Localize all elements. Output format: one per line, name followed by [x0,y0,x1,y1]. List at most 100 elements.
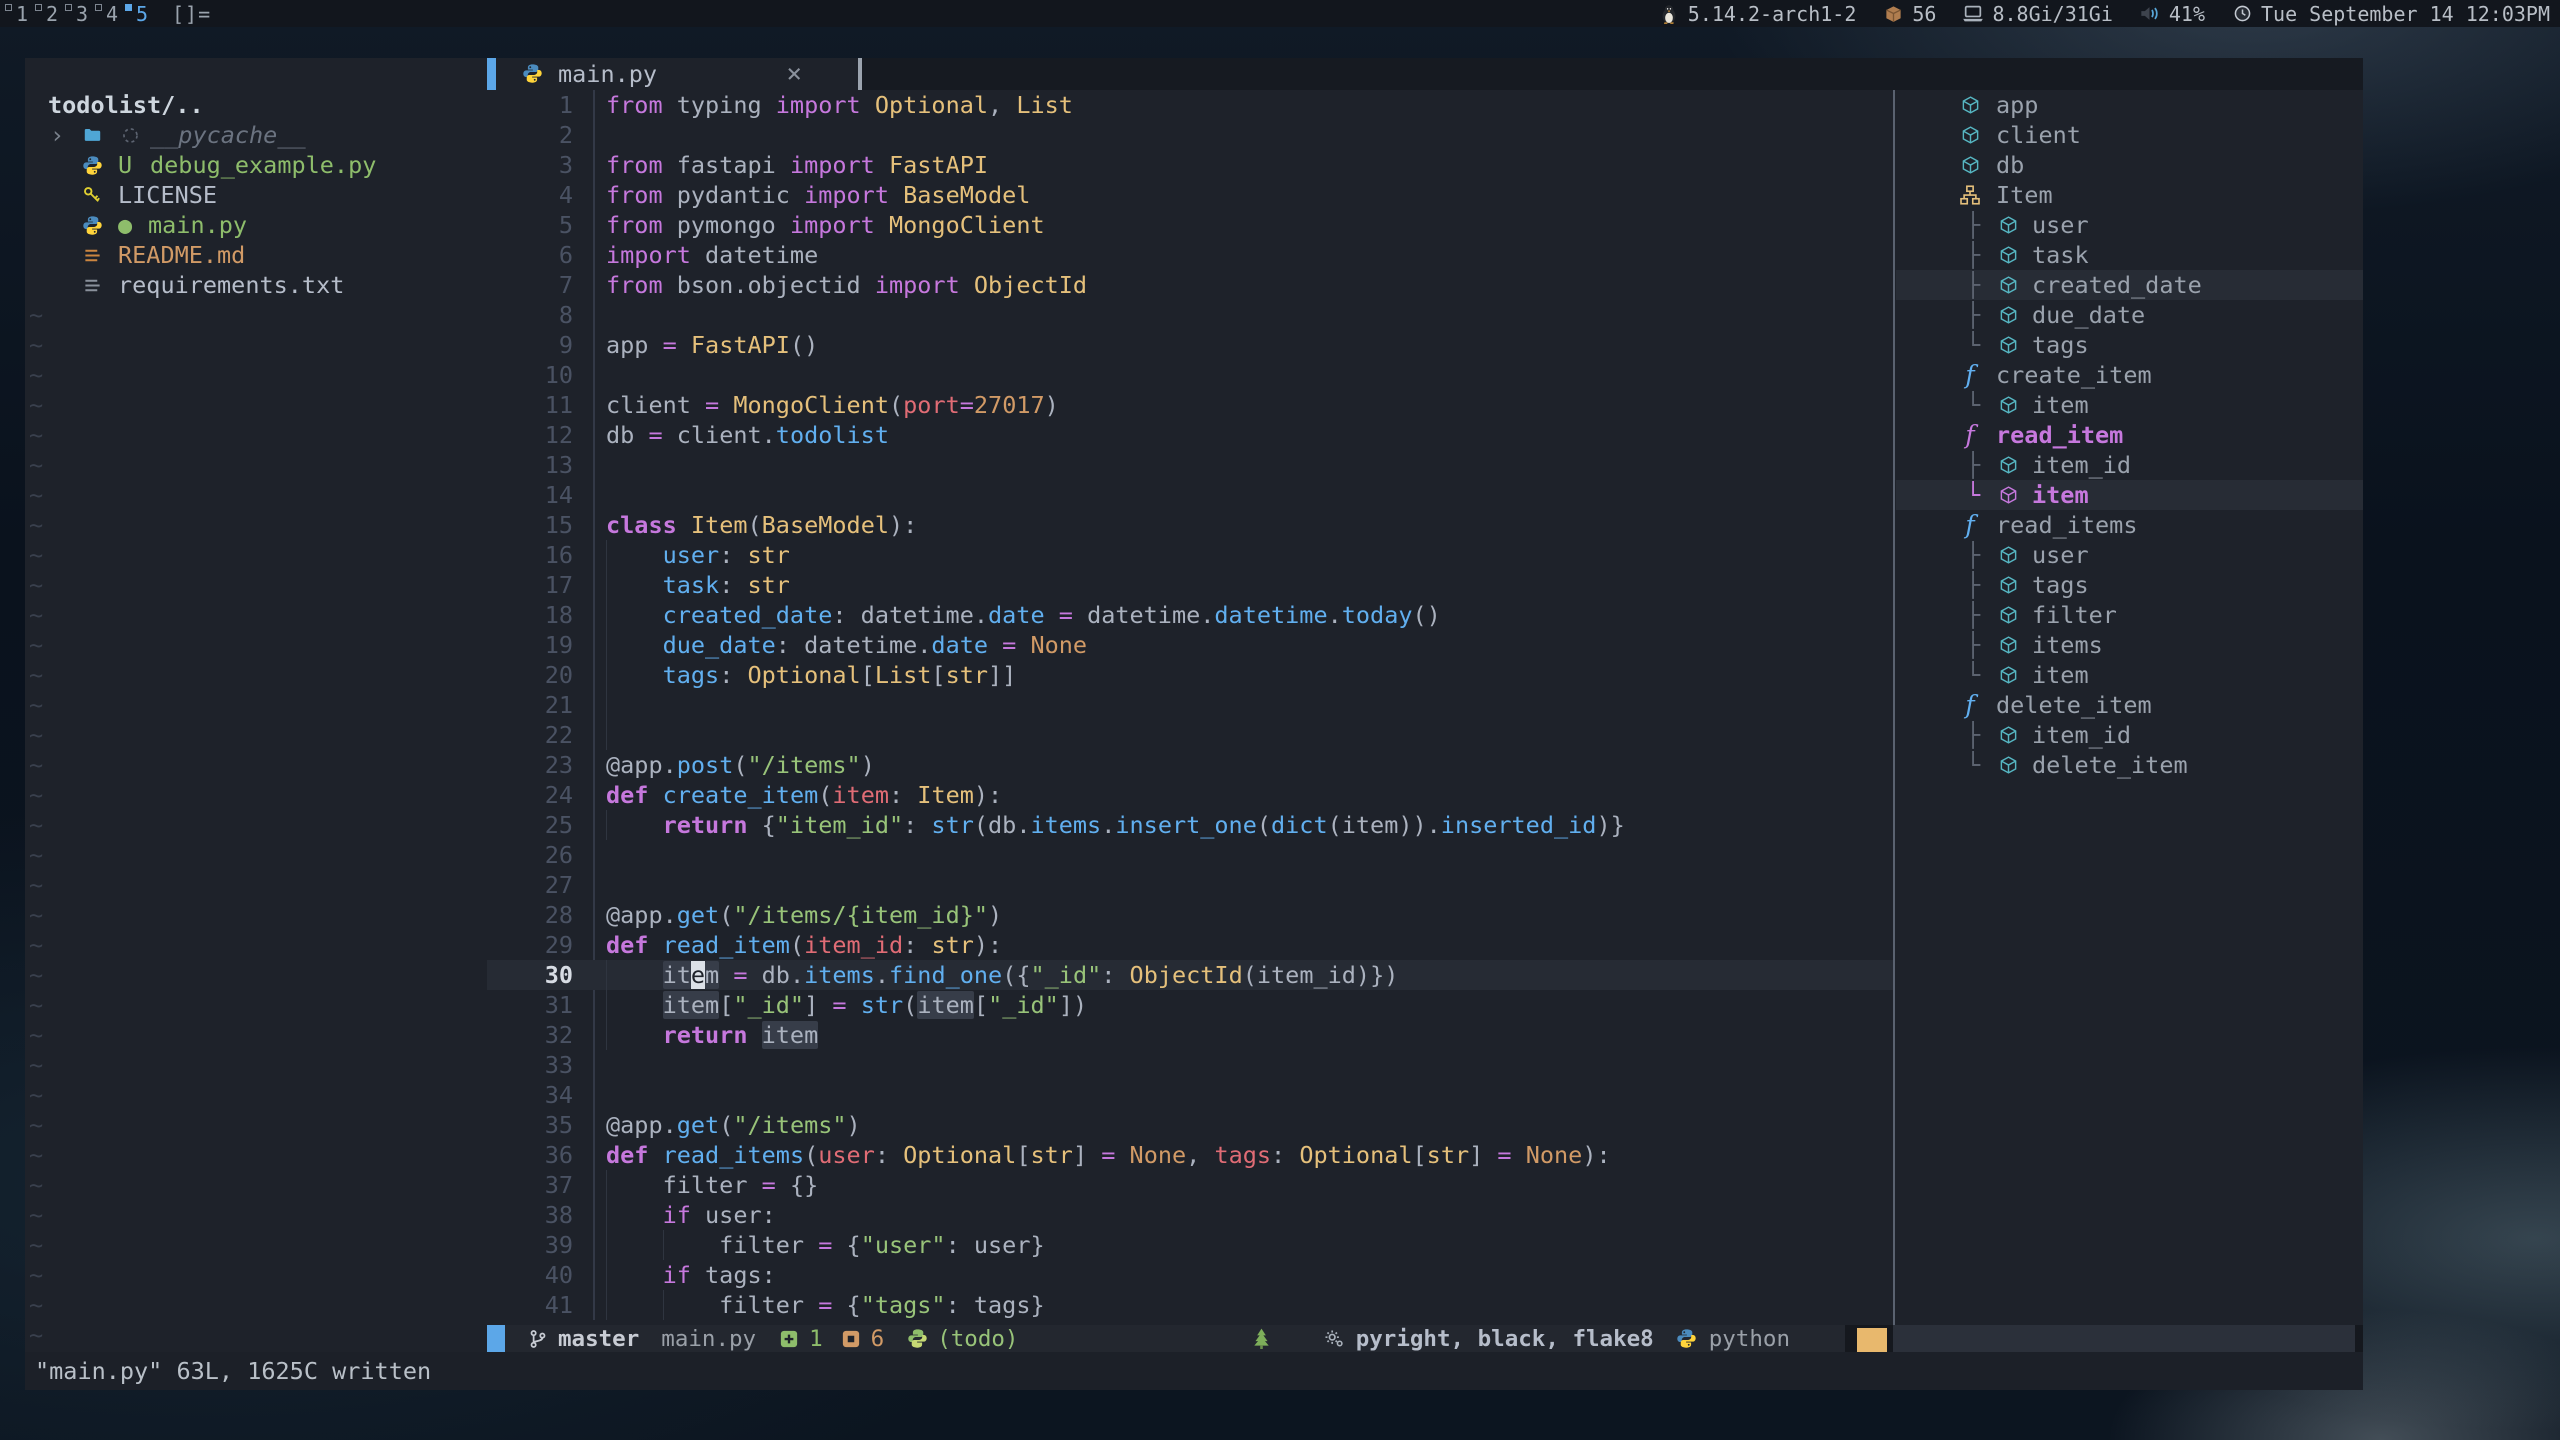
code-line-29[interactable]: 29def read_item(item_id: str): [487,930,1893,960]
tabline-separator [858,58,862,90]
code-line-9[interactable]: 9app = FastAPI() [487,330,1893,360]
outline-item-user[interactable]: ├user [1896,210,2363,240]
outline-item-app[interactable]: app [1896,90,2363,120]
code-line-24[interactable]: 24def create_item(item: Item): [487,780,1893,810]
code-line-3[interactable]: 3from fastapi import FastAPI [487,150,1893,180]
outline-item-delete_item[interactable]: └delete_item [1896,750,2363,780]
git-diff-segment: 1 6 [778,1326,884,1352]
code-line-35[interactable]: 35@app.get("/items") [487,1110,1893,1140]
workspace-1[interactable]: 1 [4,0,34,27]
code-line-26[interactable]: 26 [487,840,1893,870]
explorer-item-main.py[interactable]: ●main.py [25,210,487,240]
code-line-16[interactable]: 16 user: str [487,540,1893,570]
explorer-item-LICENSE[interactable]: LICENSE [25,180,487,210]
code-line-36[interactable]: 36def read_items(user: Optional[str] = N… [487,1140,1893,1170]
code-line-1[interactable]: 1from typing import Optional, List [487,90,1893,120]
workspace-3[interactable]: 3 [64,0,94,27]
code-line-6[interactable]: 6import datetime [487,240,1893,270]
code-line-37[interactable]: 37 filter = {} [487,1170,1893,1200]
code-line-21[interactable]: 21 [487,690,1893,720]
code-line-34[interactable]: 34 [487,1080,1893,1110]
variable-cube-icon [1996,394,2020,416]
statusline: master main.py 1 6 (todo) pyright, black… [487,1325,2363,1352]
code-line-5[interactable]: 5from pymongo import MongoClient [487,210,1893,240]
line-number: 26 [487,840,573,870]
chevron-right-icon[interactable]: › [50,120,64,150]
workspace-4[interactable]: 4 [94,0,124,27]
code-line-22[interactable]: 22 [487,720,1893,750]
window-separator[interactable] [1893,90,1895,1325]
explorer-item-requirements.txt[interactable]: requirements.txt [25,270,487,300]
outline-item-created_date[interactable]: ├created_date [1896,270,2363,300]
file-explorer[interactable]: todolist/..› __pycache__Udebug_example.py… [25,58,487,1352]
outline-item-item[interactable]: └item [1896,390,2363,420]
outline-item-task[interactable]: ├task [1896,240,2363,270]
code-line-40[interactable]: 40 if tags: [487,1260,1893,1290]
code-editor[interactable]: 1from typing import Optional, List23from… [487,90,1893,1325]
outline-item-client[interactable]: client [1896,120,2363,150]
code-line-41[interactable]: 41 filter = {"tags": tags} [487,1290,1893,1320]
code-line-39[interactable]: 39 filter = {"user": user} [487,1230,1893,1260]
code-line-4[interactable]: 4from pydantic import BaseModel [487,180,1893,210]
outline-item-create_item[interactable]: fcreate_item [1896,360,2363,390]
code-line-32[interactable]: 32 return item [487,1020,1893,1050]
outline-item-item[interactable]: └item [1896,660,2363,690]
code-line-12[interactable]: 12db = client.todolist [487,420,1893,450]
outline-item-user[interactable]: ├user [1896,540,2363,570]
code-line-25[interactable]: 25 return {"item_id": str(db.items.inser… [487,810,1893,840]
tab-close-icon[interactable]: × [786,59,832,89]
line-number: 18 [487,600,573,630]
code-line-13[interactable]: 13 [487,450,1893,480]
outline-item-item_id[interactable]: ├item_id [1896,450,2363,480]
outline-item-due_date[interactable]: ├due_date [1896,300,2363,330]
explorer-root[interactable]: todolist/.. [25,90,487,120]
code-line-28[interactable]: 28@app.get("/items/{item_id}") [487,900,1893,930]
symbols-outline[interactable]: appclientdbItem├user├task├created_date├d… [1896,90,2363,1325]
code-line-33[interactable]: 33 [487,1050,1893,1080]
explorer-item-README.md[interactable]: README.md [25,240,487,270]
code-line-8[interactable]: 8 [487,300,1893,330]
code-line-14[interactable]: 14 [487,480,1893,510]
variable-cube-icon [1996,754,2020,776]
outline-item-tags[interactable]: └tags [1896,330,2363,360]
code-line-23[interactable]: 23@app.post("/items") [487,750,1893,780]
code-line-19[interactable]: 19 due_date: datetime.date = None [487,630,1893,660]
empty-line-tilde: ~ [25,360,487,390]
code-line-18[interactable]: 18 created_date: datetime.date = datetim… [487,600,1893,630]
gear-icon [1323,1328,1344,1349]
code-line-20[interactable]: 20 tags: Optional[List[str]] [487,660,1893,690]
code-line-7[interactable]: 7from bson.objectid import ObjectId [487,270,1893,300]
status-segment: 8.8Gi/31Gi [1962,2,2112,26]
code-line-38[interactable]: 38 if user: [487,1200,1893,1230]
outline-item-filter[interactable]: ├filter [1896,600,2363,630]
explorer-item-debug_example.py[interactable]: Udebug_example.py [25,150,487,180]
workspace-5[interactable]: 5 [124,0,154,27]
outline-item-tags[interactable]: ├tags [1896,570,2363,600]
code-line-27[interactable]: 27 [487,870,1893,900]
package-icon [1882,3,1904,25]
code-line-31[interactable]: 31 item["_id"] = str(item["_id"]) [487,990,1893,1020]
outline-item-items[interactable]: ├items [1896,630,2363,660]
variable-cube-icon [1996,214,2020,236]
outline-item-read_item[interactable]: fread_item [1896,420,2363,450]
outline-item-Item[interactable]: Item [1896,180,2363,210]
outline-item-item_id[interactable]: ├item_id [1896,720,2363,750]
tree-connector: ├ [1966,210,1980,240]
outline-item-db[interactable]: db [1896,150,2363,180]
code-line-11[interactable]: 11client = MongoClient(port=27017) [487,390,1893,420]
code-line-15[interactable]: 15class Item(BaseModel): [487,510,1893,540]
code-line-2[interactable]: 2 [487,120,1893,150]
tab-main-py[interactable]: main.py × [496,58,858,90]
function-icon: f [1958,364,1982,386]
workspace-2[interactable]: 2 [34,0,64,27]
code-line-17[interactable]: 17 task: str [487,570,1893,600]
code-line-10[interactable]: 10 [487,360,1893,390]
empty-line-tilde: ~ [25,720,487,750]
line-number: 32 [487,1020,573,1050]
outline-item-item[interactable]: └item [1896,480,2363,510]
outline-item-delete_item[interactable]: fdelete_item [1896,690,2363,720]
code-line-30[interactable]: 30 item = db.items.find_one({"_id": Obje… [487,960,1893,990]
outline-item-read_items[interactable]: fread_items [1896,510,2363,540]
explorer-item-__pycache__[interactable]: › __pycache__ [25,120,487,150]
explorer-item-label: __pycache__ [150,120,306,150]
